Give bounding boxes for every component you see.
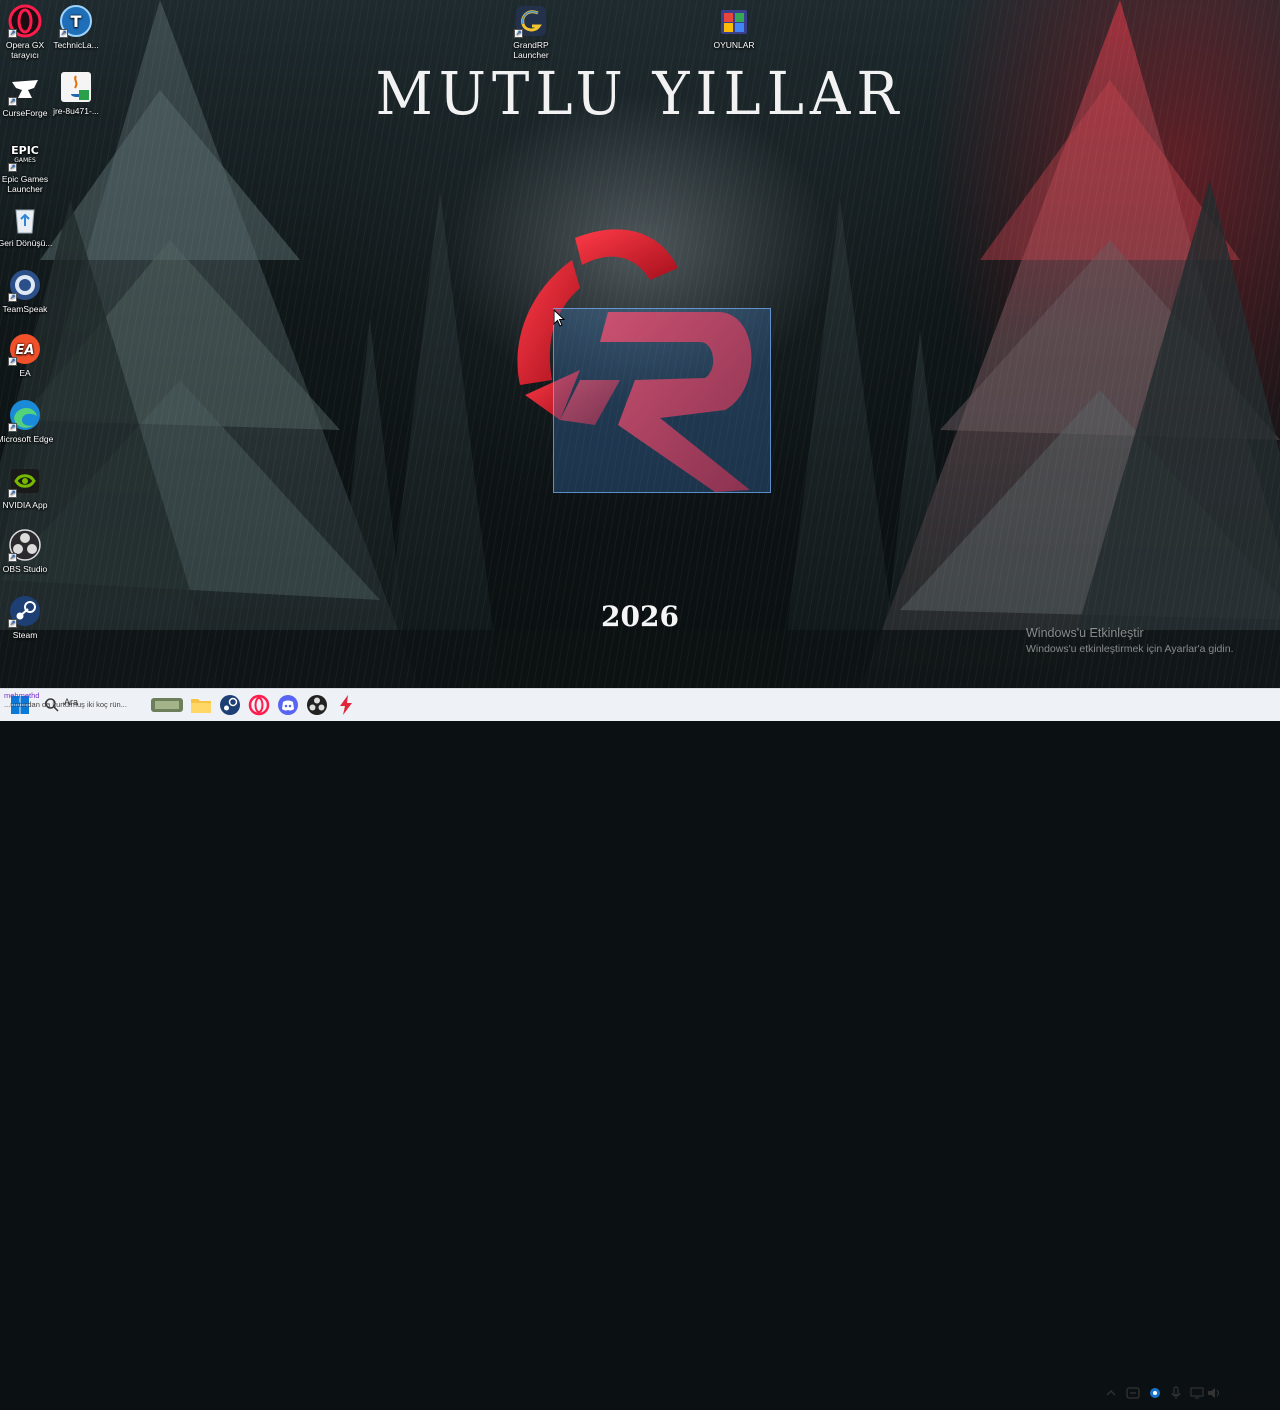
taskbar-obs[interactable] [305, 693, 329, 717]
svg-text:EPIC: EPIC [11, 144, 39, 157]
tray-network[interactable] [1188, 1381, 1206, 1405]
taskbar-discord[interactable] [276, 693, 300, 717]
desktop-icon-grandrp-launcher[interactable]: ↗ GrandRP Launcher [500, 4, 562, 60]
desktop-icon-edge[interactable]: ↗ Microsoft Edge [0, 398, 56, 444]
obs-icon [307, 695, 327, 715]
desktop[interactable]: MUTLU YILLAR 2026 ↗ Opera GX tarayıcı T … [0, 0, 1280, 688]
microphone-icon [1171, 1386, 1181, 1399]
taskbar-clock[interactable]: 19:15 28.12.2025 [1224, 1381, 1274, 1403]
edge-icon: ↗ [8, 398, 42, 432]
chevron-up-icon [1106, 1390, 1116, 1396]
notification-sender: mehmethd [4, 691, 40, 700]
desktop-icon-teamspeak[interactable]: ↗ TeamSpeak [0, 268, 56, 314]
activation-subtitle: Windows'u etkinleştirmek için Ayarlar'a … [1026, 643, 1234, 655]
desktop-icon-oyunlar-folder[interactable]: OYUNLAR [703, 4, 765, 50]
tray-volume[interactable] [1206, 1381, 1222, 1405]
taskbar-opera-gx[interactable] [247, 693, 271, 717]
recycle-bin-icon [8, 202, 42, 236]
sync-icon [1126, 1387, 1140, 1399]
nvidia-icon: ↗ [8, 464, 42, 498]
desktop-icon-recycle-bin[interactable]: Geri Dönüşü... [0, 202, 56, 248]
svg-text:EA: EA [16, 343, 35, 358]
desktop-icon-nvidia[interactable]: ↗ NVIDIA App [0, 464, 56, 510]
wallpaper-title: MUTLU YILLAR [375, 60, 905, 129]
notification-message: ...unturdan da kurtulmuş iki koç rün... [4, 700, 127, 709]
steam-icon: ↗ [8, 594, 42, 628]
taskbar-notification-preview[interactable]: mehmethd ...unturdan da kurtulmuş iki ko… [4, 691, 224, 709]
technic-launcher-icon: T ↗ [59, 4, 93, 38]
network-icon [1190, 1387, 1204, 1399]
taskbar-launcher[interactable] [334, 693, 358, 717]
tray-cloud[interactable] [1146, 1381, 1164, 1405]
desktop-icon-java-installer[interactable]: jre-8u471-... [45, 70, 107, 116]
desktop-icon-obs[interactable]: ↗ OBS Studio [0, 528, 56, 574]
launcher-icon [340, 695, 352, 715]
obs-icon: ↗ [8, 528, 42, 562]
opera-gx-icon: ↗ [8, 4, 42, 38]
mouse-cursor-icon [553, 309, 565, 327]
opera-gx-icon [248, 694, 270, 716]
games-folder-icon [717, 4, 751, 38]
search-label: Ara [64, 697, 79, 707]
tray-overflow-button[interactable] [1103, 1381, 1119, 1405]
svg-text:T: T [71, 12, 82, 31]
epic-games-icon: EPIC GAMES ↗ [8, 144, 39, 172]
tray-microphone[interactable] [1168, 1381, 1184, 1405]
desktop-icon-steam[interactable]: ↗ Steam [0, 594, 56, 640]
grandrp-launcher-icon: ↗ [514, 4, 548, 38]
desktop-icon-technic-launcher[interactable]: T ↗ TechnicLa... [45, 4, 107, 50]
volume-icon [1208, 1388, 1220, 1398]
desktop-icon-epic-games[interactable]: EPIC GAMES ↗ Epic Games Launcher [0, 138, 56, 194]
teamspeak-icon: ↗ [8, 268, 42, 302]
svg-text:GAMES: GAMES [14, 157, 36, 164]
desktop-selection-rectangle [553, 308, 771, 493]
ea-icon: EA ↗ [8, 332, 42, 366]
windows-activation-watermark: Windows'u Etkinleştir Windows'u etkinleş… [1026, 626, 1233, 655]
cloud-icon [1150, 1388, 1160, 1398]
curseforge-icon: ↗ [8, 72, 42, 106]
discord-icon [278, 695, 298, 715]
clock-date: 28.12.2025 [1231, 1392, 1274, 1402]
tray-sync[interactable] [1124, 1381, 1142, 1405]
activation-title: Windows'u Etkinleştir [1026, 626, 1144, 640]
desktop-icon-ea[interactable]: EA ↗ EA [0, 332, 56, 378]
clock-time: 19:15 [1252, 1381, 1274, 1391]
java-installer-icon [59, 70, 93, 104]
